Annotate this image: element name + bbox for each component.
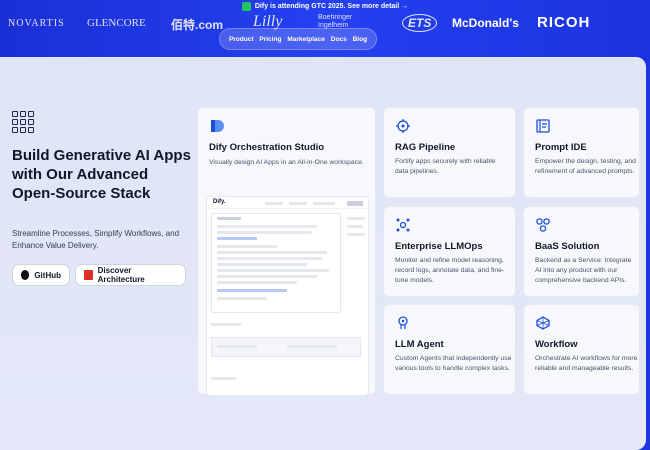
feature-title: BaaS Solution [535, 241, 600, 252]
nav-docs[interactable]: Docs [331, 36, 347, 43]
discover-architecture-button[interactable]: Discover Architecture [75, 264, 186, 286]
studio-title: Dify Orchestration Studio [209, 142, 325, 153]
feature-title: LLM Agent [395, 339, 444, 350]
github-label: GitHub [34, 270, 61, 280]
dify-logo-icon [211, 120, 224, 132]
logo-ricoh: RICOH [537, 14, 591, 31]
feature-title: RAG Pipeline [395, 142, 456, 153]
workflow-icon [536, 316, 550, 330]
agent-icon [398, 316, 408, 329]
mock-brand: Dify. [213, 199, 226, 205]
feature-card-prompt-ide[interactable]: Prompt IDE Empower the design, testing, … [523, 107, 640, 198]
feature-title: Workflow [535, 339, 578, 350]
announcement-text[interactable]: Dify is attending GTC 2025. See more det… [255, 3, 408, 10]
feature-desc: Custom Agents that independently use var… [395, 355, 512, 372]
announcement-badge-icon [241, 1, 251, 11]
feature-title: Enterprise LLMOps [395, 241, 483, 252]
llmops-icon [396, 218, 410, 232]
feature-card-agent[interactable]: LLM Agent Custom Agents that independent… [383, 304, 516, 395]
feature-desc: Orchestrate AI workflows for more reliab… [535, 355, 638, 372]
logo-ets: ETS [402, 14, 438, 32]
feature-desc: Fortify apps securely with reliable data… [395, 158, 496, 175]
feature-card-workflow[interactable]: Workflow Orchestrate AI workflows for mo… [523, 304, 640, 395]
feature-desc: Empower the design, testing, and refinem… [535, 158, 636, 175]
prompt-ide-icon [536, 119, 550, 133]
logo-glencore: GLENCORE [87, 17, 146, 29]
feature-title: Prompt IDE [535, 142, 587, 153]
nav-marketplace[interactable]: Marketplace [287, 36, 325, 43]
feature-card-rag[interactable]: RAG Pipeline Fortify apps securely with … [383, 107, 516, 198]
hero-subtext: Streamline Processes, Simplify Workflows… [12, 229, 180, 250]
top-nav: Product Pricing Marketplace Docs Blog [219, 28, 377, 50]
feature-card-baas[interactable]: BaaS Solution Backend as a Service: Inte… [523, 206, 640, 297]
studio-card[interactable]: Dify Orchestration Studio Visually desig… [197, 107, 376, 396]
github-icon [21, 270, 30, 280]
feature-card-llmops[interactable]: Enterprise LLMOps Monitor and refine mod… [383, 206, 516, 297]
logo-baite: 佰特.com [171, 18, 224, 32]
logo-novartis: NOVARTIS [8, 18, 65, 29]
nav-pricing[interactable]: Pricing [259, 36, 281, 43]
rag-icon [396, 119, 410, 133]
studio-desc: Visually design AI Apps in an All-in-One… [209, 159, 364, 166]
baas-icon [536, 218, 550, 232]
feature-desc: Monitor and refine model reasoning, reco… [395, 257, 505, 284]
architecture-label: Discover Architecture [97, 266, 145, 284]
pdf-icon [84, 270, 93, 280]
announcement-bar[interactable]: Dify is attending GTC 2025. See more det… [0, 0, 650, 12]
stack-grid-icon [12, 111, 34, 133]
studio-screenshot: Dify. [206, 196, 369, 396]
feature-desc: Backend as a Service: Integrate AI into … [535, 257, 632, 284]
github-button[interactable]: GitHub [12, 264, 70, 286]
logo-mcdonalds: McDonald's [452, 16, 519, 30]
nav-product[interactable]: Product [229, 36, 254, 43]
nav-blog[interactable]: Blog [353, 36, 367, 43]
hero-headline: Build Generative AI Apps with Our Advanc… [12, 147, 191, 202]
